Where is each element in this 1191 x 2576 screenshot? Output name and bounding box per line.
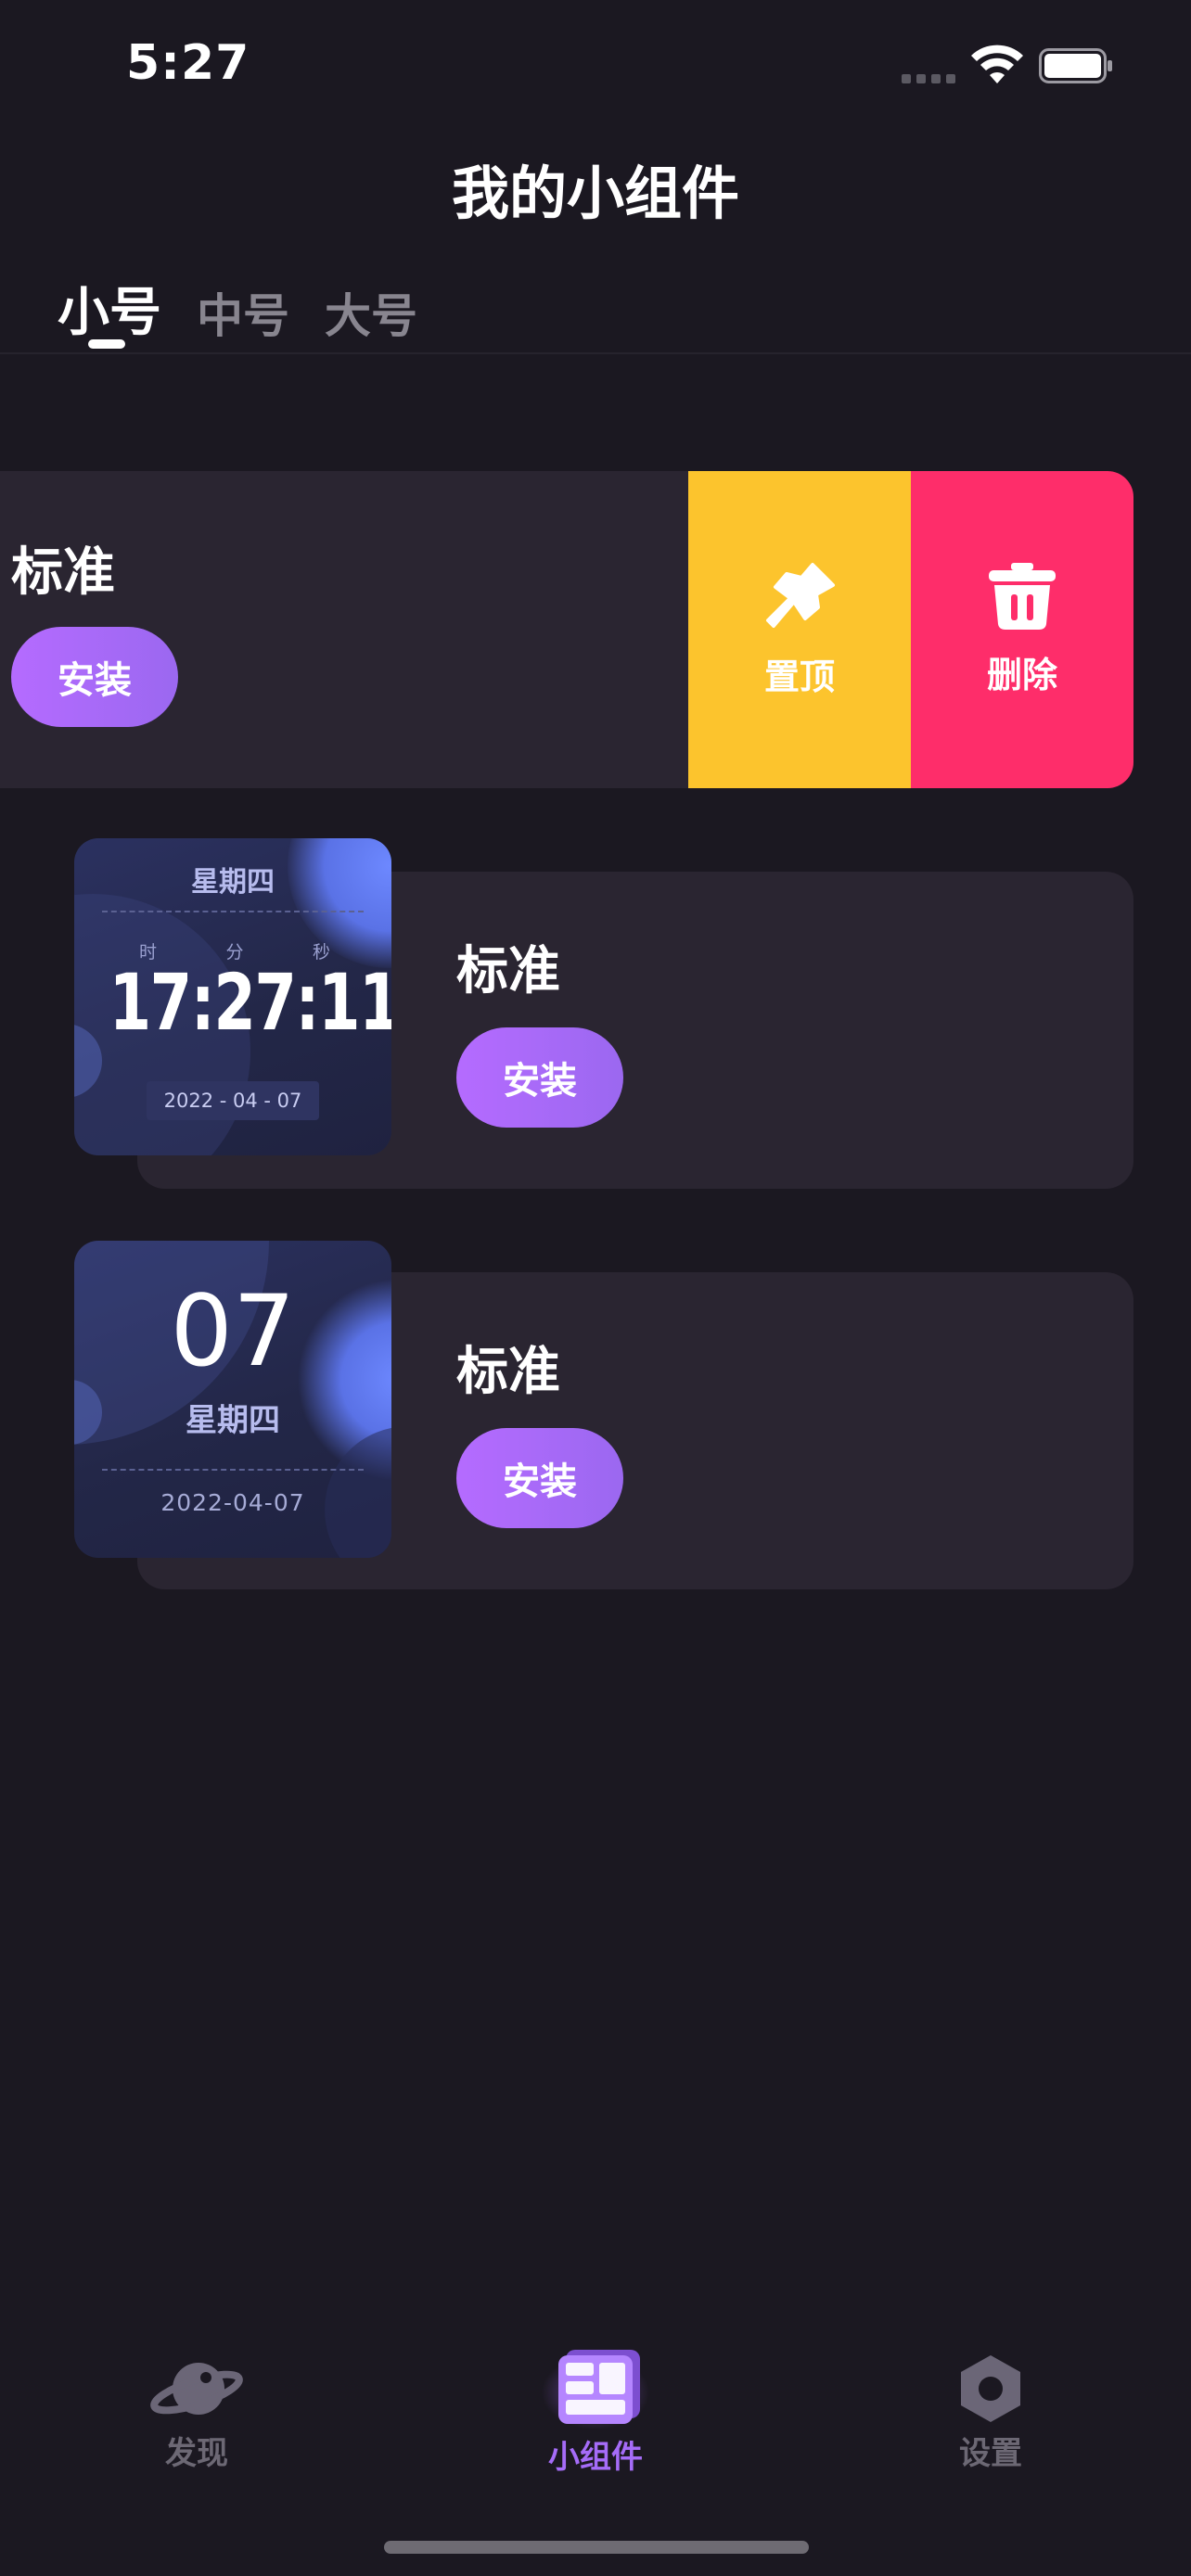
weekday-label: 星期四 <box>186 1402 280 1439</box>
tabbar-widgets[interactable]: 小组件 <box>503 2346 688 2477</box>
tabbar-discover[interactable]: 发现 <box>104 2352 289 2473</box>
trash-icon <box>989 562 1056 630</box>
clock-time: 17:27:11 <box>109 957 391 1048</box>
tabbar-settings[interactable]: 设置 <box>898 2352 1083 2473</box>
tab-medium[interactable]: 中号 <box>197 279 289 346</box>
day-number: 07 <box>170 1274 296 1388</box>
weekday-label: 星期四 <box>191 866 275 899</box>
size-tabs: 小号 中号 大号 <box>58 271 417 346</box>
install-button[interactable]: 安装 <box>456 1428 623 1528</box>
delete-button[interactable]: 删除 <box>911 471 1133 788</box>
pin-to-top-button[interactable]: 置顶 <box>688 471 911 788</box>
tabbar-label: 小组件 <box>548 2439 643 2476</box>
tabbar-label: 设置 <box>959 2435 1022 2472</box>
divider <box>102 911 364 912</box>
date-label: 2022 - 04 - 07 <box>147 1081 319 1120</box>
install-button[interactable]: 安装 <box>11 627 178 727</box>
tab-large[interactable]: 大号 <box>325 279 417 346</box>
planet-icon <box>150 2363 243 2415</box>
cellular-signal-icon <box>902 74 955 83</box>
active-tab-indicator <box>88 339 125 349</box>
tabbar-label: 发现 <box>165 2435 228 2472</box>
widget-title: 标准 <box>11 542 115 603</box>
pin-label: 置顶 <box>763 656 835 697</box>
widget-title: 标准 <box>456 1342 560 1402</box>
pin-icon <box>766 562 835 628</box>
page-title: 我的小组件 <box>451 159 739 227</box>
widget-grid-icon <box>542 2350 649 2429</box>
clock-widget-preview[interactable]: 星期四 时 分 秒 17:27:11 2022 - 04 - 07 <box>74 838 391 1155</box>
delete-label: 删除 <box>986 654 1057 695</box>
widget-title: 标准 <box>456 941 560 1001</box>
home-indicator <box>384 2541 809 2554</box>
status-time: 5:27 <box>126 35 250 91</box>
battery-icon <box>1039 48 1112 83</box>
install-button[interactable]: 安装 <box>456 1027 623 1128</box>
date-widget-preview[interactable]: 07 星期四 2022-04-07 <box>74 1241 391 1558</box>
wifi-icon <box>971 45 1023 83</box>
date-label: 2022-04-07 <box>160 1489 305 1516</box>
tab-small[interactable]: 小号 <box>58 271 161 346</box>
divider <box>102 1469 364 1471</box>
hex-nut-icon <box>961 2355 1020 2422</box>
tabs-divider <box>0 352 1191 354</box>
